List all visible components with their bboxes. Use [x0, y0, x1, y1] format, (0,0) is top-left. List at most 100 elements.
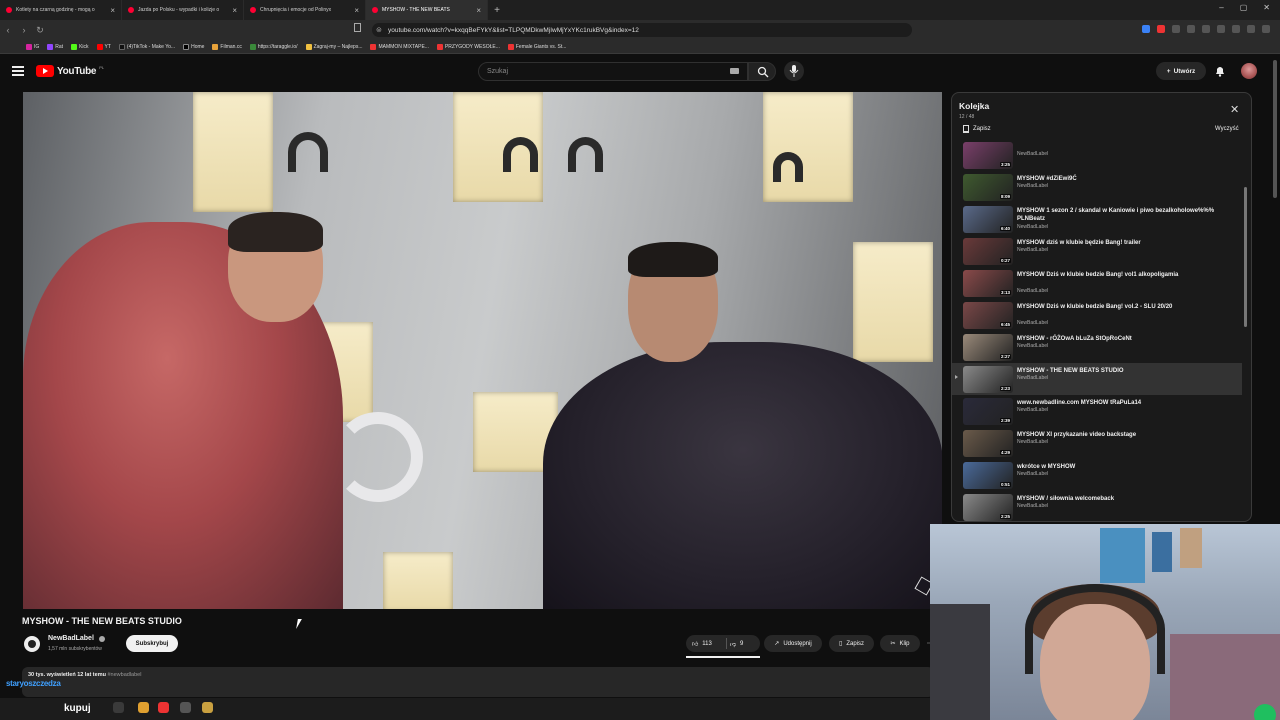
playlist-thumbnail[interactable]: 6:40 — [963, 206, 1013, 233]
playlist-item[interactable]: 3:25 NewBadLabel — [952, 139, 1242, 171]
forward-icon[interactable]: › — [16, 25, 32, 35]
playlist-thumbnail[interactable]: 2:27 — [963, 334, 1013, 361]
close-tab-icon[interactable]: × — [110, 6, 115, 15]
taskbar-app-icon[interactable] — [158, 702, 169, 713]
playlist-thumbnail[interactable]: 0:51 — [963, 462, 1013, 489]
share-icon: ↗ — [774, 641, 780, 647]
extension-icon[interactable] — [1202, 25, 1210, 33]
create-button[interactable]: + Utwórz — [1156, 62, 1206, 80]
playlist-thumbnail[interactable]: 2:39 — [963, 398, 1013, 425]
extension-icon[interactable] — [1142, 25, 1150, 33]
browser-tab-active[interactable]: MYSHOW - THE NEW BEATS × — [366, 0, 488, 20]
playlist-item[interactable]: 8:09 MYSHOW #dZiEwi9Ć NewBadLabel — [952, 171, 1242, 203]
playlist-item[interactable]: 2:39 www.newbadline.com MYSHOW tRaPuLa14 N… — [952, 395, 1242, 427]
notifications-bell-icon[interactable] — [1214, 65, 1226, 77]
taskbar-app-icon[interactable] — [138, 702, 149, 713]
search-button[interactable] — [748, 62, 776, 81]
playlist-item[interactable]: 6:40 MYSHOW 1 sezon 2 / skandal w Kaniowi… — [952, 203, 1242, 235]
playlist-item-title: MYSHOW Dziś w klubie bedzie Bang! vol1 a… — [1017, 272, 1179, 278]
bookmark-item[interactable]: (4)TikTok - Make Yo... — [118, 43, 175, 50]
playlist-scrollbar[interactable] — [1244, 187, 1247, 327]
url-field[interactable]: ⊜ youtube.com/watch?v=kxqqBeFYkY&list=TL… — [372, 23, 912, 37]
duration-badge: 3:13 — [999, 290, 1011, 295]
playlist-item-title: MYSHOW XI przykazanie video backstage — [1017, 432, 1137, 438]
minimize-icon[interactable]: – — [1219, 3, 1223, 12]
user-avatar[interactable] — [1241, 63, 1257, 79]
bookmark-item[interactable]: Filman.cc — [212, 43, 242, 50]
headphones-display — [773, 152, 803, 182]
bookmark-item[interactable]: Zagraj-my – Najleps... — [305, 43, 362, 50]
playlist-item[interactable]: 2:27 MYSHOW - rÓŻOwA bLuZa StOpRoCeNt NewB… — [952, 331, 1242, 363]
playlist-item[interactable]: 4:29 MYSHOW XI przykazanie video backstag… — [952, 427, 1242, 459]
playlist-thumbnail[interactable]: 4:29 — [963, 430, 1013, 457]
channel-name[interactable]: NewBadLabel — [48, 635, 94, 642]
like-count[interactable]: 113 — [702, 641, 712, 647]
playlist-item[interactable]: 2:25 MYSHOW / siłownia welcomeback NewBadL… — [952, 491, 1242, 521]
share-button[interactable]: ↗ Udostępnij — [764, 635, 822, 652]
reload-icon[interactable]: ↻ — [32, 25, 48, 36]
extension-icon[interactable] — [1232, 25, 1240, 33]
bookmark-item[interactable]: PRZYGODY WESOŁE... — [436, 43, 500, 50]
extension-icon[interactable] — [1247, 25, 1255, 33]
clip-button[interactable]: ✂ Klip — [880, 635, 920, 652]
close-tab-icon[interactable]: × — [232, 6, 237, 15]
playlist-thumbnail[interactable]: 3:25 — [963, 142, 1013, 169]
maximize-icon[interactable]: ▢ — [1240, 3, 1248, 12]
playlist-thumbnail[interactable]: 2:25 — [963, 494, 1013, 521]
dislike-count[interactable]: 9 — [740, 641, 743, 647]
bookmark-item[interactable]: MAMMON MIXTAPE... — [370, 43, 429, 50]
browser-tab[interactable]: Jazda po Polsku - wypadki i kolizje o × — [122, 0, 244, 20]
close-tab-icon[interactable]: × — [354, 6, 359, 15]
thumbs-up-icon[interactable]: 👍︎ — [692, 640, 698, 648]
description-box[interactable] — [22, 667, 934, 697]
extensions-area — [1142, 25, 1270, 33]
new-tab-button[interactable]: + — [488, 5, 506, 16]
search-input[interactable]: Szukaj — [478, 62, 748, 81]
playlist-item[interactable]: 3:13 MYSHOW Dziś w klubie bedzie Bang! vo… — [952, 267, 1242, 299]
voice-search-button[interactable] — [784, 61, 804, 81]
browser-tab[interactable]: Kotlety na czarną godzinę - mogą o × — [0, 0, 122, 20]
playlist-thumbnail[interactable]: 0:27 — [963, 238, 1013, 265]
playlist-thumbnail[interactable]: 3:13 — [963, 270, 1013, 297]
taskbar-app-icon[interactable] — [180, 702, 191, 713]
playlist-item[interactable]: 0:27 MYSHOW dziś w klubie będzie Bang! tr… — [952, 235, 1242, 267]
playlist-item[interactable]: 0:51 wkrótce w MYSHOW NewBadLabel — [952, 459, 1242, 491]
bookmark-item[interactable]: Home — [183, 43, 204, 50]
save-button[interactable]: ▯ Zapisz — [829, 635, 874, 652]
extension-icon[interactable] — [1187, 25, 1195, 33]
close-playlist-icon[interactable]: ✕ — [1230, 103, 1239, 116]
site-info-icon[interactable]: ⊜ — [376, 26, 382, 34]
bookmark-item[interactable]: Kick — [71, 43, 89, 50]
back-icon[interactable]: ‹ — [0, 25, 16, 35]
youtube-logo[interactable]: YouTube PL — [36, 65, 104, 77]
thumbs-down-icon[interactable]: 👎︎ — [730, 640, 736, 648]
bookmark-item[interactable]: https://taraggle.io/ — [249, 43, 298, 50]
playlist-thumbnail[interactable]: 8:09 — [963, 174, 1013, 201]
taskbar-app-icon[interactable] — [113, 702, 124, 713]
bookmark-item[interactable]: Female Giants vs. St... — [507, 43, 566, 50]
playlist-clear-button[interactable]: Wyczyść — [1215, 126, 1239, 132]
playlist-thumbnail[interactable]: 2:23 — [963, 366, 1013, 393]
close-window-icon[interactable]: ✕ — [1263, 3, 1270, 12]
extension-icon[interactable] — [1217, 25, 1225, 33]
playlist-thumbnail[interactable]: 6:45 — [963, 302, 1013, 329]
extension-icon[interactable] — [1157, 25, 1165, 33]
extension-icon[interactable] — [1172, 25, 1180, 33]
subscribe-button[interactable]: Subskrybuj — [126, 635, 178, 652]
bookmark-page-icon[interactable] — [354, 23, 361, 32]
hamburger-menu-icon[interactable] — [12, 66, 24, 76]
keyboard-icon[interactable] — [730, 68, 739, 74]
bookmark-item[interactable]: IG — [26, 43, 39, 50]
bookmark-item[interactable]: Rat — [47, 43, 63, 50]
close-tab-icon[interactable]: × — [476, 6, 481, 15]
playlist-save-button[interactable]: Zapisz — [963, 125, 991, 133]
channel-avatar[interactable] — [24, 636, 40, 652]
bookmark-item[interactable]: YT — [96, 43, 111, 50]
playlist-item[interactable]: 6:45 MYSHOW Dziś w klubie bedzie Bang! vo… — [952, 299, 1242, 331]
browser-tab[interactable]: Chrupnięcia i emocje od Polinyx × — [244, 0, 366, 20]
playlist-item[interactable]: 2:23 MYSHOW - THE NEW BEATS STUDIO NewBadL… — [952, 363, 1242, 395]
menu-icon[interactable] — [1262, 25, 1270, 33]
taskbar-app-icon[interactable] — [202, 702, 213, 713]
video-player[interactable] — [23, 92, 942, 609]
page-scrollbar[interactable] — [1273, 60, 1277, 198]
